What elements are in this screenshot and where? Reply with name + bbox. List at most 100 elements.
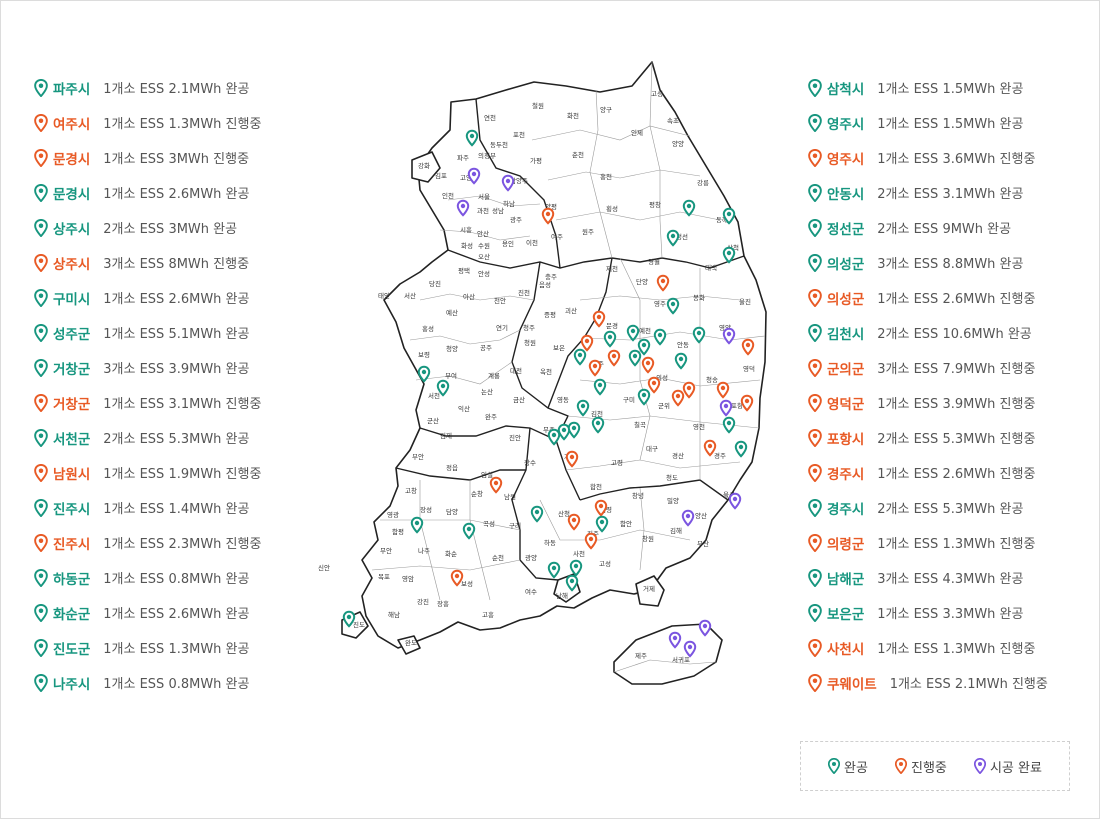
project-description: 1개소 ESS 1.5MWh 완공 (877, 82, 1024, 97)
project-description: 1개소 ESS 1.4MWh 완공 (103, 502, 250, 517)
location-pin-icon (34, 673, 53, 692)
map-place-label: 보은 (553, 344, 565, 352)
project-item: 상주시 3개소 ESS 8MWh 진행중 (34, 245, 261, 280)
region-name: 경주시 (827, 466, 865, 483)
map-place-label: 청원 (524, 338, 536, 347)
map-place-label: 논산 (481, 387, 493, 396)
project-item: 진주시 1개소 ESS 1.4MWh 완공 (34, 490, 261, 525)
map-place-label: 경산 (672, 451, 684, 460)
map-place-label: 김해 (670, 526, 682, 535)
region-name: 상주시 (53, 256, 91, 273)
project-description: 1개소 ESS 1.3MWh 완공 (103, 642, 250, 657)
project-item: 삼척시 1개소 ESS 1.5MWh 완공 (808, 70, 1048, 105)
map-place-label: 인제 (631, 128, 643, 137)
project-item: 상주시 2개소 ESS 3MWh 완공 (34, 210, 261, 245)
location-pin-icon (808, 288, 827, 307)
map-place-label: 화성 (461, 241, 473, 250)
location-pin-icon (808, 218, 827, 237)
site-marker-icon[interactable] (728, 492, 742, 510)
map-place-label: 담양 (446, 508, 458, 516)
region-name: 사천시 (827, 641, 865, 658)
map-place-label: 익산 (458, 404, 470, 413)
project-item: 진주시 1개소 ESS 2.3MWh 진행중 (34, 525, 261, 560)
location-pin-icon (34, 288, 53, 307)
legend: 완공 진행중 시공 완료 (800, 741, 1070, 791)
location-pin-icon (808, 428, 827, 447)
project-description: 3개소 ESS 7.9MWh 진행중 (877, 362, 1036, 377)
map-place-label: 양양 (672, 140, 684, 148)
map-place-label: 서울 (478, 192, 490, 201)
project-item: 여주시 1개소 ESS 1.3MWh 진행중 (34, 105, 261, 140)
korea-map: 철원 양구화천고성속초인제연천포천양양춘천가평동두천의정부남양주파주강화김포 고양서… (318, 61, 767, 685)
map-place-label: 창녕 (632, 492, 644, 500)
region-name: 쿠웨이트 (827, 676, 877, 693)
map-place-label: 칠곡 (634, 420, 646, 429)
map-place-label: 보령 (418, 351, 430, 359)
map-place-label: 고성 (599, 559, 611, 568)
map-place-label: 천안 (494, 296, 506, 305)
project-description: 3개소 ESS 3.9MWh 완공 (103, 362, 250, 377)
region-name: 문경시 (53, 151, 91, 168)
map-place-label: 목포 (378, 573, 390, 581)
legend-label: 시공 완료 (989, 760, 1042, 776)
location-pin-icon (34, 323, 53, 342)
location-pin-icon (34, 148, 53, 167)
map-place-label: 평택 (458, 266, 470, 275)
region-name: 문경시 (53, 186, 91, 203)
project-item: 경주시 2개소 ESS 5.3MWh 완공 (808, 490, 1048, 525)
map-place-label: 계룡 (488, 371, 500, 380)
project-description: 1개소 ESS 2.6MWh 완공 (103, 607, 250, 622)
map-place-label: 영암 (402, 574, 414, 583)
project-description: 1개소 ESS 2.6MWh 진행중 (877, 292, 1036, 307)
project-description: 2개소 ESS 5.3MWh 완공 (877, 502, 1024, 517)
map-place-label: 아산 (463, 292, 475, 301)
map-place-label: 부여 (445, 371, 457, 380)
map-place-label: 합천 (590, 482, 602, 491)
location-pin-icon (34, 218, 53, 237)
location-pin-icon (34, 603, 53, 622)
location-pin-icon (808, 78, 827, 97)
map-place-label: 김천 (591, 409, 603, 418)
location-pin-icon (808, 358, 827, 377)
map-place-label: 구례 (509, 521, 521, 530)
location-pin-icon (808, 533, 827, 552)
map-place-label: 광양 (525, 554, 537, 562)
project-description: 1개소 ESS 3.3MWh 완공 (877, 607, 1024, 622)
project-item: 의령군 1개소 ESS 1.3MWh 진행중 (808, 525, 1048, 560)
region-name: 남원시 (53, 466, 91, 483)
map-place-label: 연기 (496, 323, 508, 332)
location-pin-icon (808, 673, 827, 692)
map-place-label: 시흥 (460, 225, 472, 234)
region-name: 여주시 (53, 116, 91, 133)
map-place-label: 김제 (440, 432, 452, 440)
region-name: 상주시 (53, 221, 91, 238)
map-place-label: 진안 (509, 433, 521, 442)
map-place-label: 사천 (573, 549, 585, 558)
map-place-label: 화순 (445, 550, 457, 558)
map-place-label: 증평 (544, 310, 556, 319)
map-place-label: 인천 (442, 191, 454, 200)
region-name: 보은군 (827, 606, 865, 623)
region-name: 남해군 (827, 571, 865, 588)
location-pin-icon (808, 603, 827, 622)
map-place-label: 울진 (739, 297, 751, 306)
location-pin-icon (808, 253, 827, 272)
project-item: 성주군 1개소 ESS 5.1MWh 완공 (34, 315, 261, 350)
map-place-label: 의정부 (478, 151, 496, 160)
map-place-label: 홍천 (600, 172, 612, 181)
project-item: 거창군 3개소 ESS 3.9MWh 완공 (34, 350, 261, 385)
project-description: 2개소 ESS 3MWh 완공 (103, 222, 238, 237)
project-description: 2개소 ESS 5.3MWh 완공 (103, 432, 250, 447)
map-place-label: 여주 (551, 232, 563, 241)
project-description: 1개소 ESS 3.6MWh 진행중 (877, 152, 1036, 167)
location-pin-icon (808, 393, 827, 412)
map-place-label: 당진 (429, 279, 441, 288)
project-item: 남해군 3개소 ESS 4.3MWh 완공 (808, 560, 1048, 595)
project-item: 문경시 1개소 ESS 3MWh 진행중 (34, 140, 261, 175)
map-place-label: 나주 (418, 546, 430, 555)
project-description: 1개소 ESS 2.3MWh 진행중 (103, 537, 262, 552)
region-name: 나주시 (53, 676, 91, 693)
map-place-label: 거제 (643, 584, 655, 593)
map-place-label: 부산 (697, 539, 709, 548)
map-place-label: 임실 (481, 470, 493, 479)
